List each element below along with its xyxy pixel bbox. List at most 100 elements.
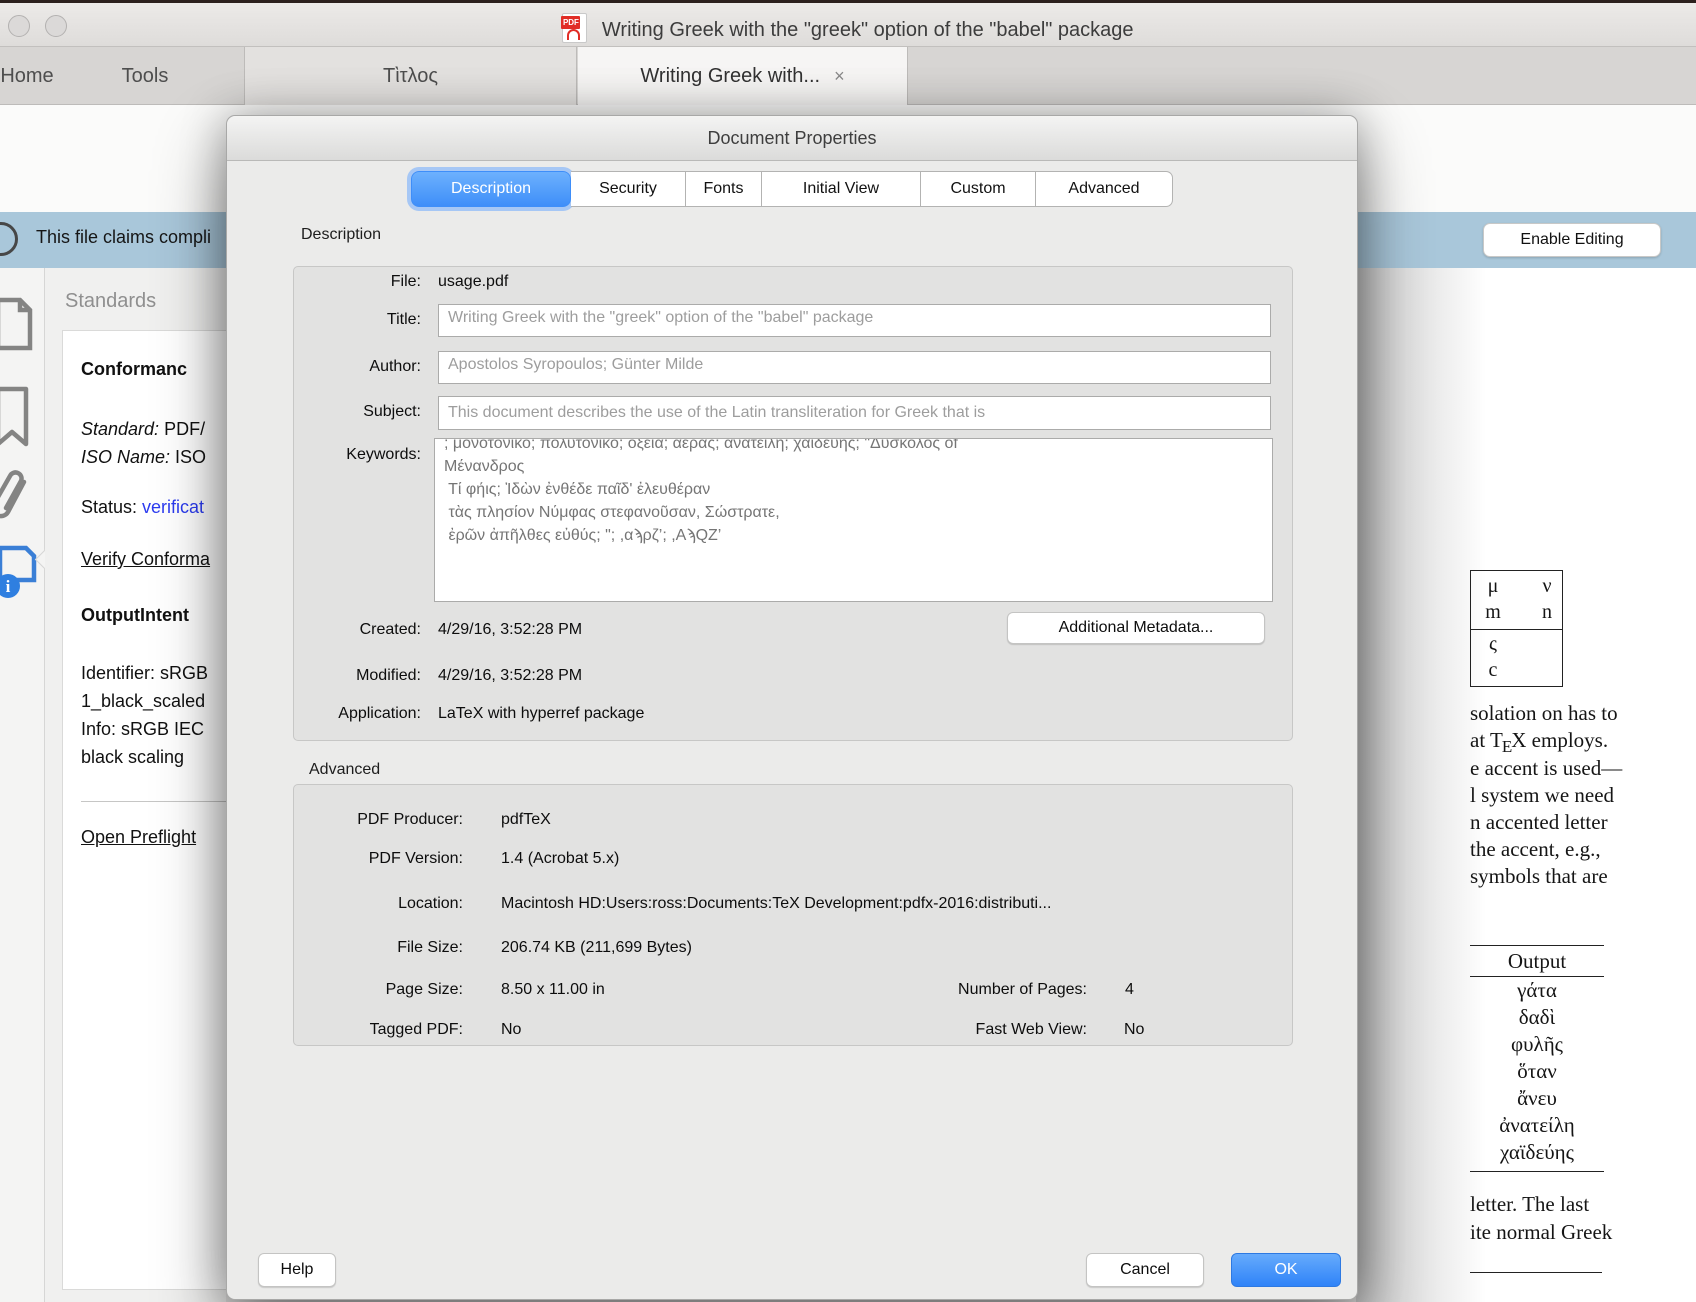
dialog-titlebar[interactable]: Document Properties [227,116,1357,161]
iso-name-line: ISO Name: ISO [81,447,206,468]
verify-conformance-link[interactable]: Verify Conforma [81,549,210,570]
keywords-line: Μένανδρος [444,455,1272,478]
page-text-block: solation on has to at TEX employs. e acc… [1470,700,1688,890]
subject-input[interactable]: This document describes the use of the L… [438,396,1271,430]
identifier-line: Info: sRGB IEC [81,719,204,740]
keywords-label: Keywords: [267,446,421,464]
identifier-line: black scaling [81,747,184,768]
tab-tools[interactable]: Tools [95,47,195,105]
app-tab-bar: Home Tools Τὶτλος Writing Greek with... × [0,47,1696,105]
modified-label: Modified: [267,667,421,685]
page-text-line-tex: at TEX employs. [1470,727,1688,755]
page-text-line: solation on has to [1470,700,1688,727]
file-label: File: [267,273,421,291]
subject-line: This document describes the use of the L… [448,400,1261,425]
document-page: μ ν m n ς c solation on has to at TEX em… [1356,268,1696,1302]
output-row: ἄνευ [1470,1085,1604,1112]
table-cell: μ [1471,575,1515,598]
cancel-button[interactable]: Cancel [1086,1253,1204,1287]
tab-fonts[interactable]: Fonts [686,171,762,207]
tab-document-writing-greek[interactable]: Writing Greek with... × [578,47,908,106]
tab-label: Writing Greek with... [640,65,820,87]
svg-text:i: i [6,577,11,596]
standards-panel: Standards Conformanc Standard: PDF/ ISO … [45,268,226,1302]
pdf-producer-value: pdfTeX [501,811,551,829]
export-pdf-icon[interactable] [0,296,36,352]
pdf-badge: PDF [561,16,580,29]
pdf-version-value: 1.4 (Acrobat 5.x) [501,850,619,868]
description-section-label: Description [301,226,381,244]
additional-metadata-button[interactable]: Additional Metadata... [1007,612,1265,644]
table-cell: ν [1525,575,1569,598]
page-text-line: l system we need [1470,782,1688,809]
created-value: 4/29/16, 3:52:28 PM [438,621,582,639]
standards-panel-icon[interactable]: i [0,544,40,600]
ok-button[interactable]: OK [1231,1253,1341,1287]
author-input[interactable]: Apostolos Syropoulos; Günter Milde [438,351,1271,384]
page-text-line: n accented letter [1470,809,1688,836]
window-title-area: PDF Writing Greek with the "greek" optio… [0,13,1696,43]
tab-security[interactable]: Security [571,171,686,207]
window-titlebar: PDF Writing Greek with the "greek" optio… [0,0,1696,47]
keywords-line: ἐρῶν ἀπῆλθες εὐθύς; "; ,αϡρζ’; ,ΑϡQZ’ [444,524,1272,547]
modified-value: 4/29/16, 3:52:28 PM [438,667,582,685]
keywords-line: τὰς πλησίον Νύμφας στεφανοῦσαν, Σώστρατε… [444,501,1272,524]
tab-initial-view[interactable]: Initial View [762,171,921,207]
enable-editing-button[interactable]: Enable Editing [1483,223,1661,257]
page-text-line: e accent is used— [1470,755,1688,782]
pdf-file-icon: PDF [562,13,587,43]
number-of-pages-label: Number of Pages: [887,981,1087,999]
table-cell: ς [1471,633,1515,656]
table-cell: c [1471,659,1515,682]
page-text-line: letter. The last [1470,1190,1612,1218]
standard-line: Standard: PDF/ [81,419,205,440]
fast-web-view-label: Fast Web View: [887,1021,1087,1039]
tab-custom[interactable]: Custom [921,171,1036,207]
output-row: ἀνατείλη [1470,1112,1604,1139]
tab-description[interactable]: Description [411,171,571,207]
acrobat-window: PDF Writing Greek with the "greek" optio… [0,0,1696,1302]
output-row: χαϊδεύης [1470,1139,1604,1166]
open-preflight-link[interactable]: Open Preflight [81,827,196,848]
output-table-header: Output [1470,946,1604,976]
page-size-label: Page Size: [287,981,463,999]
subject-label: Subject: [267,403,421,421]
pdf-producer-label: PDF Producer: [287,811,463,829]
dialog-shadow-overlay [1356,268,1486,1302]
page-text-line: symbols that are [1470,863,1688,890]
panel-title: Standards [65,290,156,313]
location-label: Location: [287,895,463,913]
tab-advanced[interactable]: Advanced [1036,171,1173,207]
keywords-input[interactable]: ; μονοτονικο; πολυτονικο; οξεια; αερας; … [434,438,1273,602]
application-label: Application: [267,705,421,723]
tagged-pdf-label: Tagged PDF: [287,1021,463,1039]
compliance-status-icon [0,222,18,256]
help-button[interactable]: Help [258,1253,336,1287]
file-size-value: 206.74 KB (211,699 Bytes) [501,939,692,957]
output-row: γάτα [1470,977,1604,1004]
identifier-line: 1_black_scaled [81,691,205,712]
attachments-paperclip-icon[interactable] [0,468,36,528]
greek-letter-table: μ ν m n ς c [1470,570,1563,687]
acrobat-swoosh-icon [567,29,580,40]
close-tab-icon[interactable]: × [834,47,845,105]
output-row: φυλῆς [1470,1031,1604,1058]
number-of-pages-value: 4 [1125,981,1134,999]
output-row: δαδὶ [1470,1004,1604,1031]
keywords-line: ; μονοτονικο; πολυτονικο; οξεια; αερας; … [444,438,1272,455]
table-cell: m [1471,601,1515,624]
table-rule-fragment [1470,1272,1602,1273]
title-label: Title: [267,311,421,329]
outputintent-heading: OutputIntent [81,605,189,626]
output-row: ὅταν [1470,1058,1604,1085]
page-text-line: the accent, e.g., [1470,836,1688,863]
location-value: Macintosh HD:Users:ross:Documents:TeX De… [501,895,1051,913]
tab-home[interactable]: Home [0,47,72,105]
page-text-line: ite normal Greek [1470,1218,1612,1246]
page-size-value: 8.50 x 11.00 in [501,981,605,999]
tagged-pdf-value: No [501,1021,521,1039]
tab-document-titlos[interactable]: Τὶτλος [244,47,577,105]
bookmarks-icon[interactable] [0,386,36,448]
title-input[interactable]: Writing Greek with the "greek" option of… [438,304,1271,337]
subject-line-clipped: defined by the LGR font encoding. Extens… [448,425,1261,430]
